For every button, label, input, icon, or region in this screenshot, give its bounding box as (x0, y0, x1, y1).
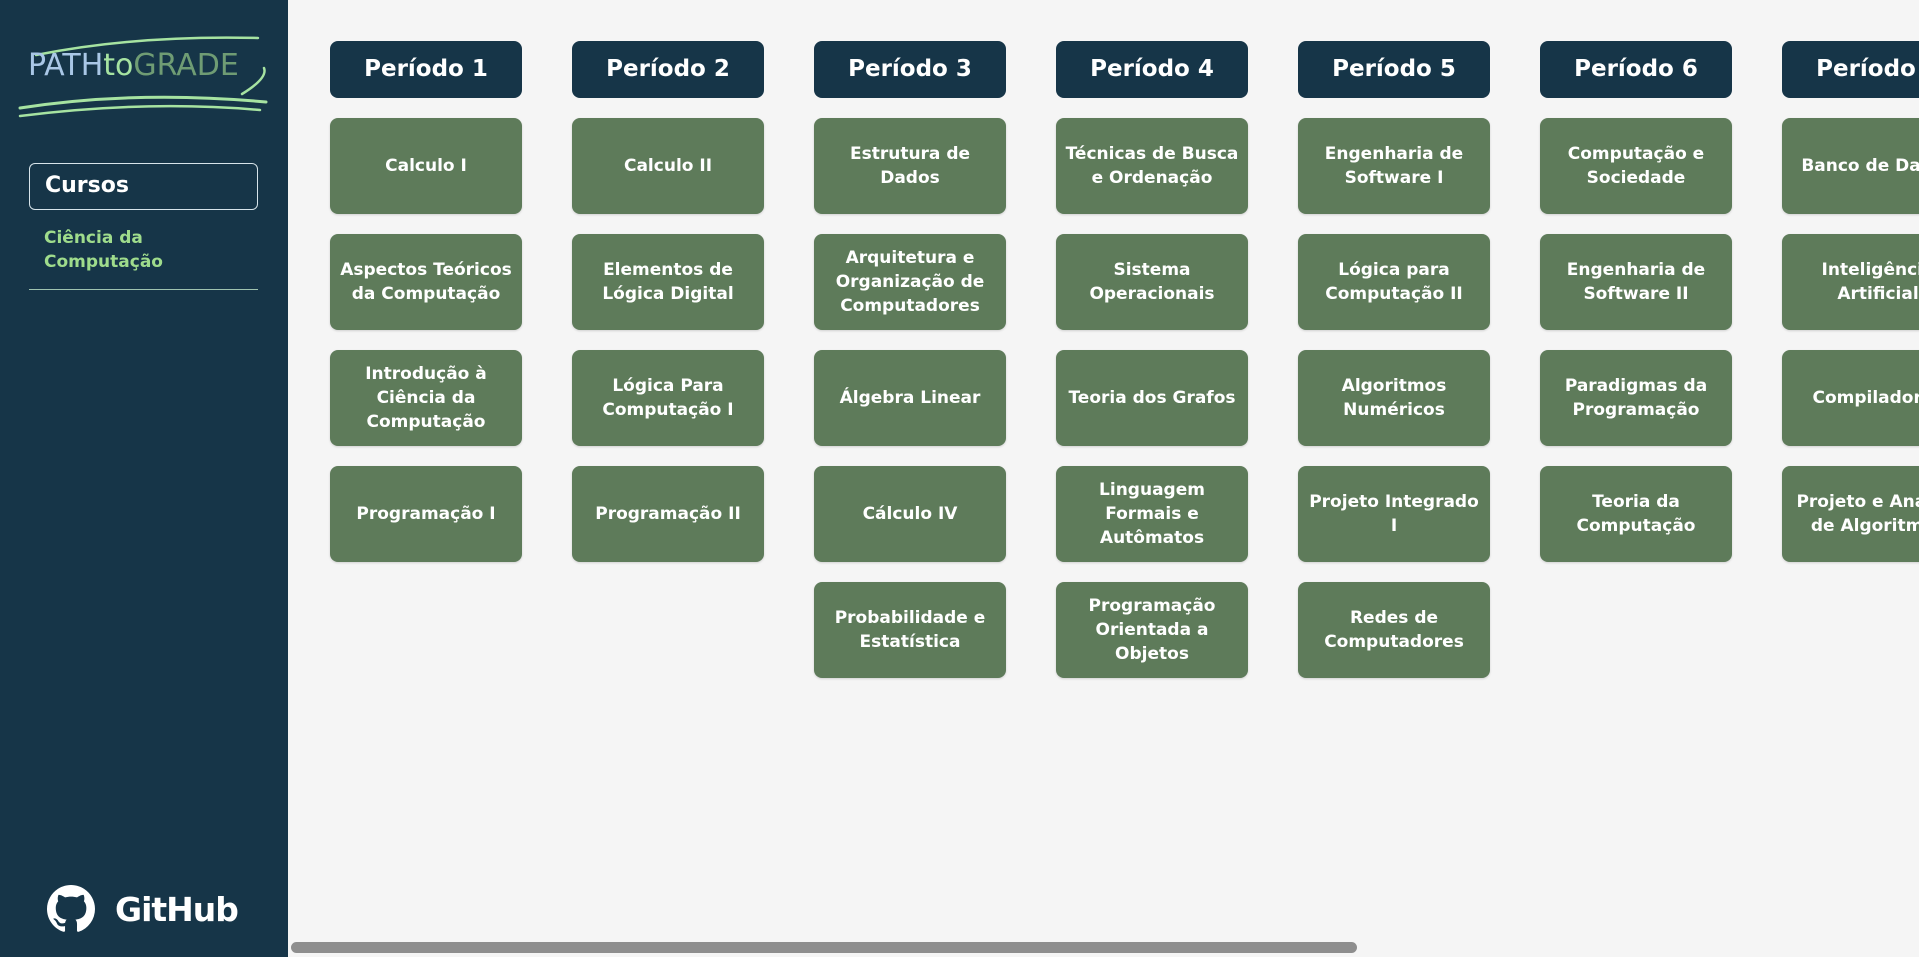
subject-card[interactable]: Programação II (572, 466, 764, 562)
subject-card[interactable]: Álgebra Linear (814, 350, 1006, 446)
subject-card[interactable]: Estrutura de Dados (814, 118, 1006, 214)
app-root: PATHtoGRADE Cursos Ciência da Computação… (0, 0, 1919, 957)
logo-text-to: to (103, 48, 134, 83)
period-header: Período 5 (1298, 41, 1490, 98)
period-column-2: Período 2 Calculo II Elementos de Lógica D… (572, 41, 764, 562)
period-header: Período 6 (1540, 41, 1732, 98)
subject-card[interactable]: Algoritmos Numéricos (1298, 350, 1490, 446)
github-icon (47, 885, 95, 932)
subject-card[interactable]: Projeto Integrado I (1298, 466, 1490, 562)
period-column-1: Período 1 Calculo I Aspectos Teóricos da C… (330, 41, 522, 562)
sidebar: PATHtoGRADE Cursos Ciência da Computação… (0, 0, 288, 957)
logo-text-path: PATH (28, 48, 104, 83)
subject-card[interactable]: Aspectos Teóricos da Computação (330, 234, 522, 330)
cursos-button[interactable]: Cursos (29, 163, 258, 210)
subject-card[interactable]: Inteligência Artificial (1782, 234, 1919, 330)
sidebar-divider (29, 289, 258, 290)
subject-card[interactable]: Banco de Dados (1782, 118, 1919, 214)
period-column-7: Período 7 Banco de Dados Inteligência Arti… (1782, 41, 1919, 562)
subject-card[interactable]: Introdução à Ciência da Computação (330, 350, 522, 446)
subject-card[interactable]: Programação Orientada a Objetos (1056, 582, 1248, 678)
period-header: Período 7 (1782, 41, 1919, 98)
subject-card[interactable]: Lógica para Computação II (1298, 234, 1490, 330)
horizontal-scrollbar[interactable] (288, 938, 1919, 957)
subject-card[interactable]: Calculo I (330, 118, 522, 214)
subject-card[interactable]: Elementos de Lógica Digital (572, 234, 764, 330)
period-column-3: Período 3 Estrutura de Dados Arquitetura e… (814, 41, 1006, 678)
github-label: GitHub (115, 889, 239, 929)
subject-card[interactable]: Paradigmas da Programação (1540, 350, 1732, 446)
github-link[interactable]: GitHub (47, 884, 239, 934)
scrollbar-thumb[interactable] (291, 942, 1357, 953)
pathtograde-logo[interactable]: PATHtoGRADE (16, 30, 268, 120)
subject-card[interactable]: Probabilidade e Estatística (814, 582, 1006, 678)
subject-card[interactable]: Arquitetura e Organização de Computadore… (814, 234, 1006, 330)
period-header: Período 4 (1056, 41, 1248, 98)
subject-card[interactable]: Calculo II (572, 118, 764, 214)
curriculum-board: Período 1 Calculo I Aspectos Teóricos da C… (288, 0, 1919, 957)
subject-card[interactable]: Redes de Computadores (1298, 582, 1490, 678)
subject-card[interactable]: Técnicas de Busca e Ordenação (1056, 118, 1248, 214)
subject-card[interactable]: Programação I (330, 466, 522, 562)
subject-card[interactable]: Engenharia de Software I (1298, 118, 1490, 214)
period-column-5: Período 5 Engenharia de Software I Lógica … (1298, 41, 1490, 678)
course-link-ciencia-da-computacao[interactable]: Ciência da Computação (44, 226, 244, 274)
subject-card[interactable]: Lógica Para Computação I (572, 350, 764, 446)
period-column-6: Período 6 Computação e Sociedade Engenhari… (1540, 41, 1732, 562)
logo-text: PATHtoGRADE (28, 48, 239, 83)
subject-card[interactable]: Sistema Operacionais (1056, 234, 1248, 330)
logo-text-grade: GRADE (133, 48, 239, 83)
subject-card[interactable]: Engenharia de Software II (1540, 234, 1732, 330)
subject-card[interactable]: Cálculo IV (814, 466, 1006, 562)
subject-card[interactable]: Teoria dos Grafos (1056, 350, 1248, 446)
period-header: Período 2 (572, 41, 764, 98)
period-column-4: Período 4 Técnicas de Busca e Ordenação Si… (1056, 41, 1248, 678)
period-header: Período 1 (330, 41, 522, 98)
subject-card[interactable]: Linguagem Formais e Autômatos (1056, 466, 1248, 562)
subject-card[interactable]: Compiladores (1782, 350, 1919, 446)
subject-card[interactable]: Projeto e Análise de Algoritmos (1782, 466, 1919, 562)
subject-card[interactable]: Teoria da Computação (1540, 466, 1732, 562)
period-header: Período 3 (814, 41, 1006, 98)
subject-card[interactable]: Computação e Sociedade (1540, 118, 1732, 214)
